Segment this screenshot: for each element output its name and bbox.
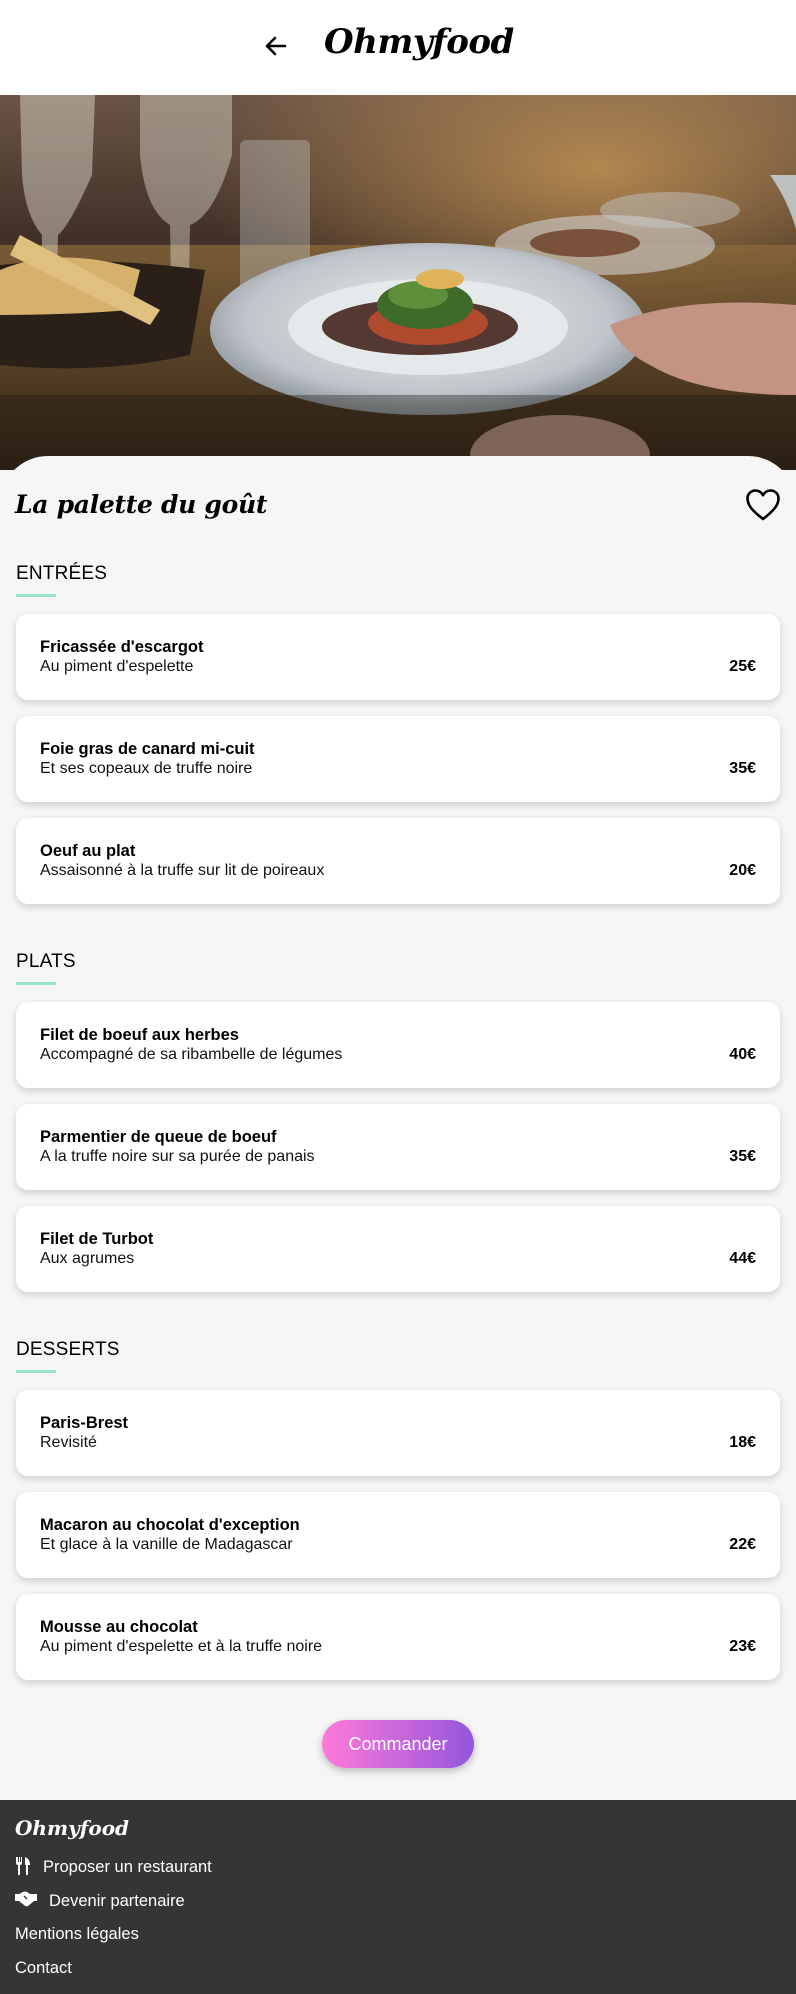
app-header: Ohmyfood [0, 0, 796, 95]
menu-item-description: Et glace à la vanille de Madagascar [40, 1536, 293, 1553]
footer-link-label: Proposer un restaurant [43, 1857, 212, 1876]
menu-item-card[interactable]: Fricassée d'escargot Au piment d'espelet… [16, 614, 780, 700]
footer-logo: Ohmyfood [15, 1816, 130, 1840]
restaurant-hero-image [0, 95, 796, 470]
footer-link-label: Devenir partenaire [49, 1891, 185, 1910]
footer-link-legal-notice[interactable]: Mentions légales [15, 1925, 139, 1944]
menu-item-price: 20€ [729, 862, 756, 879]
menu-item-price: 23€ [729, 1638, 756, 1655]
menu-item-name: Filet de Turbot [40, 1230, 154, 1248]
menu-item-description: Aux agrumes [40, 1250, 135, 1267]
menu-item-card[interactable]: Foie gras de canard mi-cuit Et ses copea… [16, 716, 780, 802]
section-title-entrees: ENTRÉES [16, 563, 108, 584]
menu-item-card[interactable]: Paris-Brest Revisité 18€ [16, 1390, 780, 1476]
section-title-plats: PLATS [16, 951, 76, 972]
menu-item-description: A la truffe noire sur sa purée de panais [40, 1148, 315, 1165]
menu-item-card[interactable]: Mousse au chocolat Au piment d'espelette… [16, 1594, 780, 1680]
menu-item-description: Assaisonné à la truffe sur lit de poirea… [40, 862, 325, 879]
footer-link-label: Mentions légales [15, 1925, 139, 1943]
menu-item-name: Fricassée d'escargot [40, 638, 204, 656]
menu-item-price: 35€ [729, 1148, 756, 1165]
menu-item-price: 40€ [729, 1046, 756, 1063]
section-underline [16, 1370, 56, 1373]
section-underline [16, 594, 56, 597]
menu-item-price: 44€ [729, 1250, 756, 1267]
menu-item-price: 35€ [729, 760, 756, 777]
footer-link-propose-restaurant[interactable]: Proposer un restaurant [15, 1857, 212, 1877]
arrow-left-icon [265, 36, 287, 56]
menu-item-card[interactable]: Filet de boeuf aux herbes Accompagné de … [16, 1002, 780, 1088]
restaurant-name: La palette du goût [15, 490, 268, 519]
section-underline [16, 982, 56, 985]
menu-item-description: Au piment d'espelette [40, 658, 194, 675]
menu-item-card[interactable]: Oeuf au plat Assaisonné à la truffe sur … [16, 818, 780, 904]
menu-item-name: Filet de boeuf aux herbes [40, 1026, 239, 1044]
menu-item-card[interactable]: Macaron au chocolat d'exception Et glace… [16, 1492, 780, 1578]
menu-item-name: Paris-Brest [40, 1414, 129, 1432]
menu-item-price: 25€ [729, 658, 756, 675]
menu-item-card[interactable]: Parmentier de queue de boeuf A la truffe… [16, 1104, 780, 1190]
handshake-icon [15, 1891, 43, 1911]
menu-item-name: Mousse au chocolat [40, 1618, 198, 1636]
menu-item-description: Et ses copeaux de truffe noire [40, 760, 253, 777]
section-title-desserts: DESSERTS [16, 1339, 120, 1360]
footer-link-label: Contact [15, 1959, 72, 1977]
heart-outline-icon [746, 489, 780, 521]
menu-item-price: 22€ [729, 1536, 756, 1553]
footer-link-become-partner[interactable]: Devenir partenaire [15, 1891, 185, 1911]
menu-item-name: Macaron au chocolat d'exception [40, 1516, 300, 1534]
app-logo[interactable]: Ohmyfood [324, 22, 514, 62]
menu-item-description: Au piment d'espelette et à la truffe noi… [40, 1638, 323, 1655]
footer-link-contact[interactable]: Contact [15, 1959, 72, 1978]
menu-item-price: 18€ [729, 1434, 756, 1451]
menu-item-card[interactable]: Filet de Turbot Aux agrumes 44€ [16, 1206, 780, 1292]
menu-item-name: Parmentier de queue de boeuf [40, 1128, 277, 1146]
utensils-icon [15, 1857, 37, 1877]
order-button[interactable]: Commander [322, 1720, 474, 1768]
favorite-button[interactable] [745, 488, 781, 522]
back-button[interactable] [262, 30, 290, 62]
menu-item-description: Revisité [40, 1434, 97, 1451]
menu-item-description: Accompagné de sa ribambelle de légumes [40, 1046, 343, 1063]
menu-item-name: Foie gras de canard mi-cuit [40, 740, 255, 758]
footer: Ohmyfood Proposer un restaurant Devenir … [0, 1800, 796, 1994]
menu-item-name: Oeuf au plat [40, 842, 136, 860]
